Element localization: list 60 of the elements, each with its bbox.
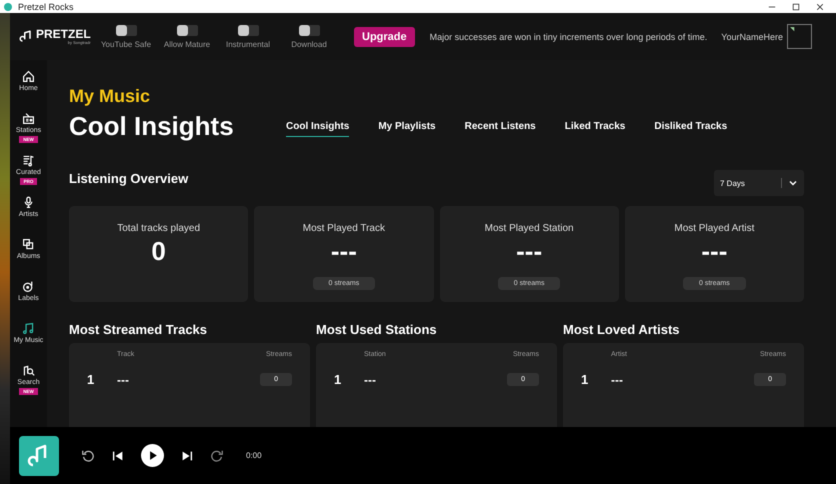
window-title: Pretzel Rocks [18,2,74,12]
logo-icon [19,436,59,476]
tab[interactable]: Recent Listens [464,116,536,136]
rank-number: 1 [87,372,96,387]
playback-time: 0:00 [246,451,262,460]
section-title: Most Used Stations [316,322,438,337]
upgrade-button[interactable]: Upgrade [354,26,415,46]
toggle-label: Instrumental [226,40,270,48]
previous-icon[interactable] [111,448,125,462]
albums-icon [22,238,35,251]
avatar-icon[interactable] [787,24,812,49]
toggle-switch[interactable] [238,24,258,36]
toggle-switch[interactable] [116,24,136,36]
stat-value: --- [330,236,357,267]
search-icon [22,364,35,377]
item-name: --- [117,372,129,386]
music-note-icon [22,322,35,335]
home-icon [22,70,35,83]
stat-title: Most Played Artist [674,223,754,234]
repeat-icon[interactable] [210,448,224,462]
list-icon [22,154,35,167]
disc-icon [22,280,35,293]
stat-value: --- [701,236,728,267]
toggle-label: Allow Mature [164,40,210,48]
quote-text: Major successes are won in tiny increments over long periods of time. [430,32,708,42]
close-icon[interactable] [816,2,824,10]
tab[interactable]: My Playlists [378,116,436,136]
page-title: Cool Insights [69,111,235,142]
item-name: --- [611,372,623,386]
toggle-switch[interactable] [298,24,320,36]
item-name: --- [364,372,376,386]
rank-number: 1 [334,372,342,387]
chevron-down-icon [781,178,798,188]
microphone-icon [22,196,35,209]
play-button[interactable] [141,444,164,467]
toggle-label: Download [291,40,327,48]
username[interactable]: YourNameHere [721,32,783,42]
stat-title: Total tracks played [117,223,200,234]
tab[interactable]: Liked Tracks [564,116,626,136]
stat-title: Most Played Station [484,223,574,234]
toggle-switch[interactable] [176,24,198,36]
logo-text: PRETZEL [36,28,91,40]
replay-icon[interactable] [81,448,95,462]
next-icon[interactable] [180,448,194,462]
rank-number: 1 [581,372,590,387]
stat-value: --- [516,236,542,267]
stat-title: Most Played Track [302,223,385,234]
toggle-label: YouTube Safe [100,40,152,48]
range-dropdown[interactable]: 7 Days [714,170,804,196]
section-title: Most Loved Artists [563,322,681,337]
section-title: Most Streamed Tracks [69,322,208,337]
stat-value: 0 [151,236,166,267]
tab[interactable]: Cool Insights [286,116,350,136]
page-eyebrow: My Music [69,86,152,107]
section-title: Listening Overview [69,170,188,186]
app-icon [4,2,12,10]
logo-icon [18,29,33,44]
tab[interactable]: Disliked Tracks [654,116,728,136]
radio-icon [22,112,35,125]
maximize-icon[interactable] [792,2,800,10]
